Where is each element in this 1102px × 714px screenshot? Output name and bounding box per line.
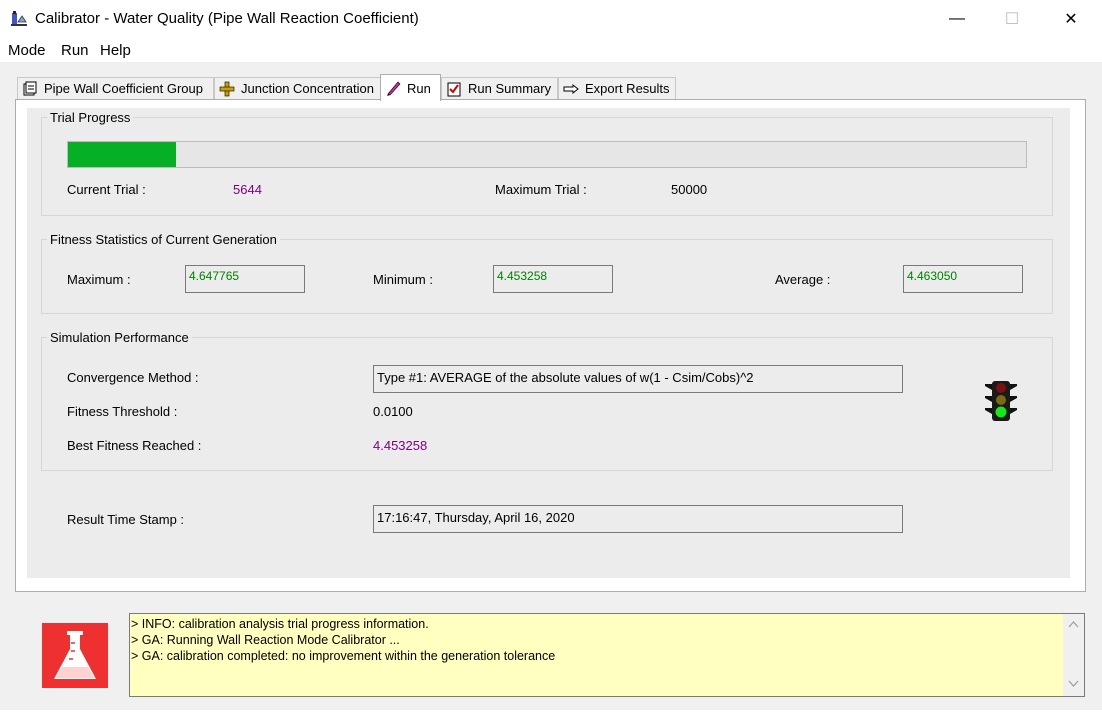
tab-run-summary[interactable]: Run Summary bbox=[441, 77, 558, 99]
simulation-performance-title: Simulation Performance bbox=[47, 330, 192, 345]
fitness-statistics-title: Fitness Statistics of Current Generation bbox=[47, 232, 280, 247]
fitness-threshold-label: Fitness Threshold : bbox=[67, 404, 178, 419]
result-timestamp-field: 17:16:47, Thursday, April 16, 2020 bbox=[373, 505, 903, 533]
fitness-threshold-value: 0.0100 bbox=[373, 404, 413, 419]
minimum-label: Minimum : bbox=[373, 272, 433, 287]
menu-bar bbox=[0, 38, 1102, 62]
tab-run[interactable]: Run bbox=[380, 74, 441, 101]
tab-label: Run bbox=[407, 80, 431, 96]
menu-mode[interactable]: Mode bbox=[8, 42, 46, 59]
menu-help[interactable]: Help bbox=[100, 42, 131, 59]
log-line: > INFO: calibration analysis trial progr… bbox=[131, 617, 429, 631]
scroll-down-icon[interactable] bbox=[1068, 680, 1079, 688]
average-fitness-field: 4.463050 bbox=[903, 265, 1023, 293]
window-title: Calibrator - Water Quality (Pipe Wall Re… bbox=[35, 10, 419, 27]
checklist-icon bbox=[447, 82, 461, 96]
average-label: Average : bbox=[775, 272, 831, 287]
convergence-method-label: Convergence Method : bbox=[67, 370, 199, 385]
maximize-button[interactable]: ☐ bbox=[989, 0, 1035, 38]
tab-label: Pipe Wall Coefficient Group bbox=[44, 81, 203, 96]
log-line: > GA: Running Wall Reaction Mode Calibra… bbox=[131, 633, 400, 647]
current-trial-value: 5644 bbox=[233, 182, 262, 197]
tab-pipe-wall-coefficient-group[interactable]: Pipe Wall Coefficient Group bbox=[17, 77, 214, 99]
maximum-label: Maximum : bbox=[67, 272, 131, 287]
maximum-trial-value: 50000 bbox=[671, 182, 708, 197]
close-button[interactable]: ✕ bbox=[1048, 0, 1094, 38]
minimize-icon: — bbox=[949, 10, 965, 27]
tab-export-results[interactable]: Export Results bbox=[558, 77, 676, 99]
trial-progress-fill bbox=[68, 142, 176, 167]
run-pen-icon bbox=[387, 81, 401, 96]
tab-junction-concentration[interactable]: Junction Concentration bbox=[214, 77, 381, 99]
convergence-method-field: Type #1: AVERAGE of the absolute values … bbox=[373, 365, 903, 393]
export-hand-icon bbox=[563, 83, 579, 94]
traffic-light-icon bbox=[985, 381, 1017, 421]
maximum-fitness-field: 4.647765 bbox=[185, 265, 305, 293]
junction-icon bbox=[219, 81, 235, 96]
trial-progress-bar bbox=[67, 141, 1027, 168]
close-icon: ✕ bbox=[1064, 11, 1078, 28]
current-trial-label: Current Trial : bbox=[67, 182, 146, 197]
best-fitness-label: Best Fitness Reached : bbox=[67, 438, 202, 453]
log-line: > GA: calibration completed: no improvem… bbox=[131, 649, 556, 663]
tab-label: Run Summary bbox=[468, 81, 552, 96]
menu-run[interactable]: Run bbox=[61, 42, 89, 59]
result-timestamp-label: Result Time Stamp : bbox=[67, 512, 185, 527]
minimum-fitness-field: 4.453258 bbox=[493, 265, 613, 293]
window-bottom-edge bbox=[0, 710, 1102, 714]
calibrator-app-icon bbox=[11, 11, 27, 26]
flask-icon bbox=[42, 623, 108, 688]
tab-label: Export Results bbox=[585, 81, 670, 96]
maximum-trial-label: Maximum Trial : bbox=[495, 182, 587, 197]
trial-progress-title: Trial Progress bbox=[47, 110, 134, 125]
maximize-icon: ☐ bbox=[1004, 11, 1020, 28]
tab-label: Junction Concentration bbox=[241, 81, 374, 96]
minimize-button[interactable]: — bbox=[934, 0, 980, 38]
scroll-up-icon[interactable] bbox=[1068, 620, 1079, 628]
best-fitness-value: 4.453258 bbox=[373, 438, 428, 453]
log-scrollbar[interactable] bbox=[1063, 614, 1084, 696]
pipe-group-icon bbox=[23, 81, 37, 95]
